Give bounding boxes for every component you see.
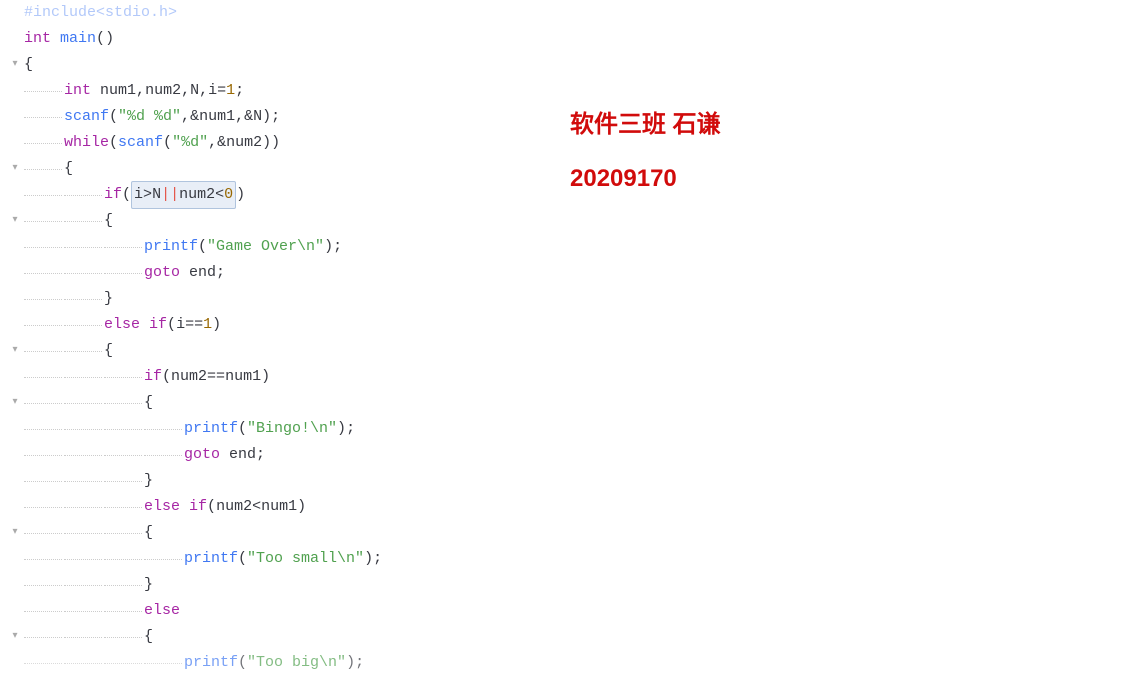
keyword: else	[104, 312, 140, 338]
code-line[interactable]: {	[8, 52, 1122, 78]
code-line[interactable]: int main()	[8, 26, 1122, 52]
fold-icon[interactable]	[8, 390, 22, 416]
code-line[interactable]: else	[8, 598, 1122, 624]
code-line[interactable]: printf("Bingo!\n");	[8, 416, 1122, 442]
string-literal: "Game Over\n"	[207, 234, 324, 260]
code-editor[interactable]: #include<stdio.h> int main() { int num1,…	[0, 0, 1122, 676]
code-line[interactable]: {	[8, 520, 1122, 546]
code-line[interactable]: }	[8, 572, 1122, 598]
code-line[interactable]: while(scanf("%d",&num2))	[8, 130, 1122, 156]
code-line[interactable]: {	[8, 390, 1122, 416]
function-name: main	[60, 26, 96, 52]
type-keyword: int	[64, 78, 91, 104]
function-call: printf	[184, 546, 238, 572]
string-literal: "Too big\n"	[247, 650, 346, 676]
code-line[interactable]: }	[8, 468, 1122, 494]
keyword: else	[144, 494, 180, 520]
watermark-text: 软件三班 石谦	[570, 112, 721, 138]
keyword: while	[64, 130, 109, 156]
string-literal: "%d %d"	[118, 104, 181, 130]
type-keyword: int	[24, 26, 51, 52]
function-call: printf	[184, 650, 238, 676]
code-line[interactable]: {	[8, 208, 1122, 234]
fold-icon[interactable]	[8, 52, 22, 78]
fold-icon[interactable]	[8, 624, 22, 650]
highlighted-condition: i>N||num2<0	[131, 181, 236, 209]
code-line[interactable]: goto end;	[8, 442, 1122, 468]
code-line[interactable]: else if(num2<num1)	[8, 494, 1122, 520]
open-brace: {	[24, 52, 33, 78]
code-line[interactable]: printf("Game Over\n");	[8, 234, 1122, 260]
preprocessor-directive: #include<stdio.h>	[24, 0, 177, 26]
function-call: printf	[144, 234, 198, 260]
code-line[interactable]: {	[8, 338, 1122, 364]
code-line[interactable]: int num1,num2,N,i=1;	[8, 78, 1122, 104]
code-line[interactable]: }	[8, 286, 1122, 312]
code-line[interactable]: scanf("%d %d",&num1,&N);	[8, 104, 1122, 130]
string-literal: "Bingo!\n"	[247, 416, 337, 442]
code-line[interactable]: #include<stdio.h>	[8, 0, 1122, 26]
fold-icon[interactable]	[8, 520, 22, 546]
function-call: scanf	[64, 104, 109, 130]
code-line[interactable]: {	[8, 624, 1122, 650]
watermark-id: 20209170	[570, 166, 677, 192]
code-line[interactable]: if(num2==num1)	[8, 364, 1122, 390]
keyword: else	[144, 598, 180, 624]
fold-icon[interactable]	[8, 156, 22, 182]
keyword: if	[144, 364, 162, 390]
code-line[interactable]: if(i>N||num2<0)	[8, 182, 1122, 208]
code-line[interactable]: printf("Too small\n");	[8, 546, 1122, 572]
fold-icon[interactable]	[8, 208, 22, 234]
fold-icon[interactable]	[8, 338, 22, 364]
string-literal: "Too small\n"	[247, 546, 364, 572]
code-line[interactable]: else if(i==1)	[8, 312, 1122, 338]
code-line[interactable]: {	[8, 156, 1122, 182]
keyword: goto	[184, 442, 220, 468]
keyword: goto	[144, 260, 180, 286]
code-line[interactable]: printf("Too big\n");	[8, 650, 1122, 676]
keyword: if	[104, 182, 122, 208]
code-line[interactable]: goto end;	[8, 260, 1122, 286]
function-call: printf	[184, 416, 238, 442]
